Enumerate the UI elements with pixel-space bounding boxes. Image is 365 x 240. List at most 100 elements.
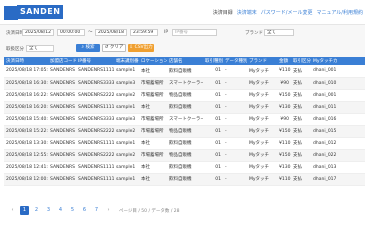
table-row[interactable]: 2025/08/18 16:22:22SANDENRSSANDENRS22222… [4, 89, 365, 102]
table-cell: SANDENRS11111 [76, 65, 114, 78]
table-cell: 01 [203, 65, 223, 78]
column-header[interactable]: 加盟店コード [48, 57, 76, 65]
table-row[interactable]: 2025/08/18 16:20:37SANDENRSSANDENRS11111… [4, 101, 365, 114]
table-row[interactable]: 2025/08/18 12:55:44SANDENRSSANDENRS22222… [4, 149, 365, 162]
table-cell: SANDENRS [48, 137, 76, 150]
column-header[interactable]: IP番号 [76, 57, 114, 65]
column-header[interactable]: データ種別 [223, 57, 247, 65]
table-header-row: 決済日時 加盟店コード IP番号 端末識別番号 ロケーション 店舗名 取引種別 … [4, 57, 365, 65]
column-header[interactable]: 店舗名 [167, 57, 203, 65]
ip-input[interactable]: IP番号 [172, 29, 217, 36]
brand-label: ブランド [245, 31, 263, 36]
table-cell: 01 [203, 137, 223, 150]
table-row[interactable]: 2025/08/18 17:05:28SANDENRSSANDENRS11111… [4, 65, 365, 78]
table-cell: dhani_011 [311, 101, 365, 114]
table-cell: 01 [203, 89, 223, 102]
table-row[interactable]: 2025/08/18 15:40:36SANDENRSSANDENRS33333… [4, 113, 365, 126]
top-nav: 決済目録 決済端末 パスワード/メール変更 マニュアル/利用規約 [213, 9, 363, 16]
time-from-input[interactable]: 00:00:00 [57, 29, 85, 36]
table-cell: ¥90 [277, 77, 291, 90]
table-cell: SANDENRS [48, 77, 76, 90]
download-icon: ⇩ [129, 45, 134, 50]
nav-terminal[interactable]: 決済端末 [237, 9, 257, 16]
date-to-input[interactable]: 2025/08/18 [95, 29, 127, 36]
table-cell: - [223, 173, 247, 186]
ip-label: IP [164, 30, 169, 35]
table-cell: ¥110 [277, 173, 291, 186]
table-cell: SANDENRS [48, 149, 76, 162]
table-cell: ¥150 [277, 125, 291, 138]
column-header[interactable]: 金額 [277, 57, 291, 65]
table-cell: - [223, 89, 247, 102]
table-cell: SANDENRS [48, 113, 76, 126]
column-header[interactable]: ロケーション [139, 57, 167, 65]
clear-icon: ↺ [104, 45, 109, 50]
table-cell: 2025/08/18 15:22:00 [4, 125, 48, 138]
column-header[interactable]: 取引種別 [203, 57, 223, 65]
table-cell: 飲料自販機 [167, 65, 203, 78]
table-row[interactable]: 2025/08/18 12:41:33SANDENRSSANDENRS11111… [4, 161, 365, 174]
table-cell: 支払 [291, 77, 311, 90]
table-cell: 市場蓄場所 [139, 77, 167, 90]
column-header[interactable]: 端末識別番号 [114, 57, 139, 65]
table-cell: sample1 [114, 65, 139, 78]
table-cell: 市場蓄場所 [139, 89, 167, 102]
table-cell: スマートクーラー [167, 113, 203, 126]
table-cell: Myタッチ [247, 113, 277, 126]
table-cell: ¥90 [277, 113, 291, 126]
brand-select-value: 全て [267, 30, 276, 35]
page-button[interactable]: 5 [68, 206, 77, 215]
table-cell: dhani_012 [311, 137, 365, 150]
table-cell: 市場蓄場所 [139, 113, 167, 126]
table-cell: 01 [203, 101, 223, 114]
page-button[interactable]: 4 [56, 206, 65, 215]
header: SANDEN 決済目録 決済端末 パスワード/メール変更 マニュアル/利用規約 [0, 0, 365, 24]
table-cell: dhani_001 [311, 89, 365, 102]
table-cell: 2025/08/18 16:22:22 [4, 89, 48, 102]
time-to-input[interactable]: 23:59:59 [130, 29, 158, 36]
date-from-input[interactable]: 2025/08/12 [22, 29, 54, 36]
table-cell: SANDENRS33333 [76, 113, 114, 126]
filter-panel: 決済日時 2025/08/12 00:00:00 〜 2025/08/18 23… [0, 24, 365, 60]
nav-log[interactable]: 決済目録 [213, 9, 233, 16]
table-cell: - [223, 161, 247, 174]
brand-select[interactable]: 全て [264, 29, 294, 36]
status-select[interactable]: 全て [26, 45, 54, 52]
table-row[interactable]: 2025/08/18 16:30:12SANDENRSSANDENRS33333… [4, 77, 365, 90]
column-header[interactable]: ブランド [247, 57, 277, 65]
table-cell: sample1 [114, 173, 139, 186]
table-cell: 01 [203, 125, 223, 138]
table-cell: 2025/08/18 12:41:33 [4, 161, 48, 174]
table-row[interactable]: 2025/08/18 13:30:06SANDENRSSANDENRS11111… [4, 137, 365, 150]
column-header[interactable]: Myタッチカ [311, 57, 365, 65]
search-button[interactable]: ⌕ 検索 [76, 44, 100, 52]
csv-button[interactable]: ⇩ CSV出力 [128, 44, 154, 52]
prev-page-button[interactable]: ‹ [8, 206, 17, 215]
table-row[interactable]: 2025/08/18 12:00:21SANDENRSSANDENRS11111… [4, 173, 365, 186]
range-separator: 〜 [88, 30, 93, 35]
table-cell: SANDENRS11111 [76, 101, 114, 114]
nav-manual[interactable]: マニュアル/利用規約 [316, 9, 363, 16]
table-cell: Myタッチ [247, 89, 277, 102]
column-header[interactable]: 取引区分 [291, 57, 311, 65]
page-button[interactable]: 7 [92, 206, 101, 215]
next-page-button[interactable]: › [104, 206, 113, 215]
transactions-table: 決済日時 加盟店コード IP番号 端末識別番号 ロケーション 店舗名 取引種別 … [4, 57, 365, 186]
logo: SANDEN [17, 5, 64, 19]
column-header[interactable]: 決済日時 [4, 57, 48, 65]
page-button[interactable]: 3 [44, 206, 53, 215]
clear-button[interactable]: ↺ クリア [102, 44, 126, 52]
nav-password[interactable]: パスワード/メール変更 [261, 9, 313, 16]
table-cell: 支払 [291, 137, 311, 150]
table-row[interactable]: 2025/08/18 15:22:00SANDENRSSANDENRS22222… [4, 125, 365, 138]
table-cell: 01 [203, 77, 223, 90]
table-cell: 市場蓄場所 [139, 125, 167, 138]
page-button[interactable]: 1 [20, 206, 29, 215]
page-button[interactable]: 2 [32, 206, 41, 215]
table-cell: 2025/08/18 16:20:37 [4, 101, 48, 114]
table-cell: 本社 [139, 101, 167, 114]
table-cell: SANDENRS11111 [76, 161, 114, 174]
table-cell: - [223, 149, 247, 162]
page-button[interactable]: 6 [80, 206, 89, 215]
table-cell: Myタッチ [247, 149, 277, 162]
